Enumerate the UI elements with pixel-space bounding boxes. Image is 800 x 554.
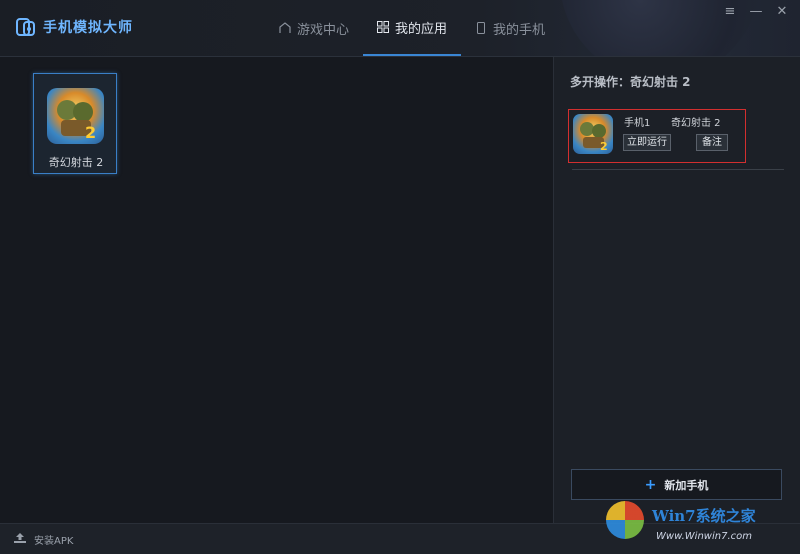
run-now-button[interactable]: 立即运行	[623, 134, 671, 151]
windows-logo-icon	[606, 501, 644, 539]
tab-label: 我的手机	[493, 22, 546, 38]
main-nav: 游戏中心 我的应用 我的手机	[265, 0, 559, 56]
window-controls: ≡ — ✕	[722, 4, 790, 20]
divider	[572, 169, 784, 170]
app-logo: 手机模拟大师	[15, 16, 133, 38]
watermark-url: Www.Winwin7.com	[656, 531, 752, 542]
tab-my-apps[interactable]: 我的应用	[363, 0, 462, 56]
upload-icon	[14, 533, 26, 546]
apps-panel: 2 奇幻射击 2	[0, 57, 553, 523]
multi-open-panel: 多开操作：奇幻射击 2 2 手机1 奇幻射击 2 立即运行 备注 + 新加手机	[553, 57, 800, 523]
svg-text:2: 2	[600, 140, 608, 153]
grid-icon	[377, 21, 390, 33]
note-button[interactable]: 备注	[696, 134, 728, 151]
add-phone-label: 新加手机	[664, 478, 709, 492]
minimize-icon[interactable]: —	[748, 4, 764, 20]
watermark: Win7系统之家 Www.Winwin7.com	[596, 495, 800, 553]
install-apk-label: 安装APK	[34, 536, 74, 547]
tab-my-phone[interactable]: 我的手机	[461, 0, 559, 56]
app-tile[interactable]: 2 奇幻射击 2	[33, 73, 117, 174]
home-icon	[279, 22, 291, 34]
panel-title: 多开操作：奇幻射击 2	[570, 75, 691, 89]
install-apk-button[interactable]: 安装APK	[14, 532, 73, 547]
game-icon: 2	[47, 88, 104, 144]
tab-label: 游戏中心	[297, 22, 350, 38]
logo-icon	[15, 16, 37, 38]
phone-icon	[475, 22, 487, 34]
tab-label: 我的应用	[395, 21, 448, 37]
tab-game-center[interactable]: 游戏中心	[265, 0, 363, 56]
phone-app-name: 奇幻射击 2	[671, 118, 721, 129]
phone-name: 手机1	[624, 118, 651, 129]
game-icon: 2	[573, 114, 613, 154]
watermark-brand: Win7系统之家	[652, 507, 756, 525]
menu-icon[interactable]: ≡	[722, 4, 738, 20]
title-bar: 手机模拟大师 游戏中心 我的应用 我的手机 ≡ — ✕	[0, 0, 800, 57]
close-icon[interactable]: ✕	[774, 4, 790, 20]
svg-text:2: 2	[85, 123, 96, 142]
app-title: 手机模拟大师	[43, 20, 133, 36]
plus-icon: +	[644, 476, 657, 493]
app-name: 奇幻射击 2	[48, 156, 104, 169]
phone-instance-card: 2 手机1 奇幻射击 2 立即运行 备注	[568, 109, 746, 163]
